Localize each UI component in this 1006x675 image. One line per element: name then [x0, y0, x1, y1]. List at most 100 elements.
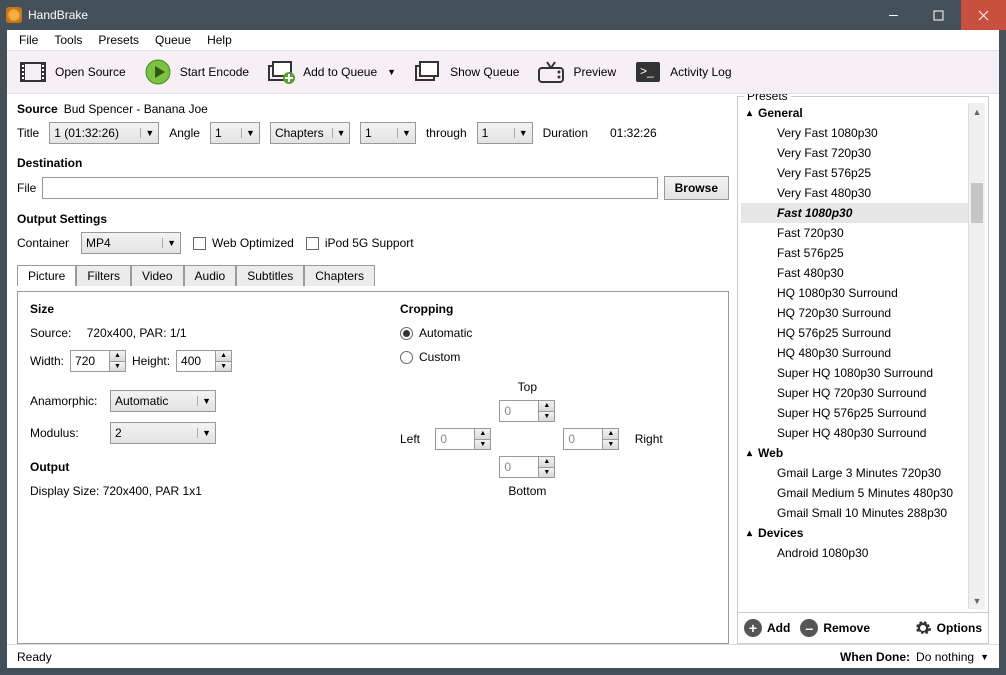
preset-item[interactable]: Super HQ 720p30 Surround: [741, 383, 968, 403]
spinner-down-icon[interactable]: ▼: [538, 468, 554, 478]
crop-auto-radio[interactable]: Automatic: [400, 326, 663, 340]
menu-tools[interactable]: Tools: [46, 31, 90, 49]
tab-subtitles[interactable]: Subtitles: [236, 265, 304, 286]
preset-item[interactable]: Very Fast 480p30: [741, 183, 968, 203]
spinner-up-icon[interactable]: ▲: [538, 401, 554, 412]
maximize-button[interactable]: [916, 0, 961, 30]
open-source-button[interactable]: Open Source: [13, 56, 132, 88]
preset-item[interactable]: HQ 576p25 Surround: [741, 323, 968, 343]
preset-group[interactable]: ▴Web: [741, 443, 968, 463]
height-spinner[interactable]: 400▲▼: [176, 350, 232, 372]
crop-left-spinner[interactable]: 0▲▼: [435, 428, 491, 450]
spinner-up-icon[interactable]: ▲: [538, 457, 554, 468]
preset-group[interactable]: ▴Devices: [741, 523, 968, 543]
preset-item[interactable]: Super HQ 1080p30 Surround: [741, 363, 968, 383]
container-select[interactable]: MP4▼: [81, 232, 181, 254]
preset-item[interactable]: Fast 480p30: [741, 263, 968, 283]
preset-item[interactable]: HQ 480p30 Surround: [741, 343, 968, 363]
crop-left-label: Left: [400, 432, 420, 446]
spinner-down-icon[interactable]: ▼: [602, 440, 618, 450]
preset-actions: +Add –Remove Options: [738, 612, 988, 643]
modulus-select[interactable]: 2▼: [110, 422, 216, 444]
crop-custom-radio[interactable]: Custom: [400, 350, 663, 364]
spinner-down-icon[interactable]: ▼: [474, 440, 490, 450]
tab-picture[interactable]: Picture: [17, 265, 76, 286]
spinner-down-icon[interactable]: ▼: [215, 362, 231, 372]
show-queue-label: Show Queue: [450, 65, 519, 79]
preset-item[interactable]: Super HQ 480p30 Surround: [741, 423, 968, 443]
ipod-check[interactable]: iPod 5G Support: [306, 236, 414, 250]
preset-item[interactable]: Fast 720p30: [741, 223, 968, 243]
show-queue-button[interactable]: Show Queue: [408, 56, 525, 88]
spinner-up-icon[interactable]: ▲: [602, 429, 618, 440]
preset-remove-button[interactable]: –Remove: [800, 619, 870, 637]
spinner-down-icon[interactable]: ▼: [538, 412, 554, 422]
preset-scrollbar[interactable]: ▲ ▼: [968, 103, 985, 609]
crop-top-spinner[interactable]: 0▲▼: [499, 400, 555, 422]
anamorphic-select[interactable]: Automatic▼: [110, 390, 216, 412]
tab-filters[interactable]: Filters: [76, 265, 131, 286]
preset-item[interactable]: HQ 1080p30 Surround: [741, 283, 968, 303]
preset-item[interactable]: Fast 1080p30: [741, 203, 968, 223]
spinner-up-icon[interactable]: ▲: [474, 429, 490, 440]
spinner-up-icon[interactable]: ▲: [215, 351, 231, 362]
chapter-from-select[interactable]: 1▼: [360, 122, 416, 144]
crop-bottom-spinner[interactable]: 0▲▼: [499, 456, 555, 478]
menu-help[interactable]: Help: [199, 31, 240, 49]
browse-button[interactable]: Browse: [664, 176, 729, 200]
title-select[interactable]: 1 (01:32:26)▼: [49, 122, 159, 144]
preset-add-button[interactable]: +Add: [744, 619, 790, 637]
picture-panel: Size Source: 720x400, PAR: 1/1 Width: 72…: [17, 291, 729, 644]
add-to-queue-button[interactable]: Add to Queue ▼: [261, 56, 402, 88]
spinner-down-icon[interactable]: ▼: [109, 362, 125, 372]
when-done-select[interactable]: When Done: Do nothing ▼: [840, 650, 989, 664]
spinner-up-icon[interactable]: ▲: [109, 351, 125, 362]
preset-item[interactable]: HQ 720p30 Surround: [741, 303, 968, 323]
tab-audio[interactable]: Audio: [184, 265, 237, 286]
menu-presets[interactable]: Presets: [90, 31, 147, 49]
activity-log-button[interactable]: >_ Activity Log: [628, 56, 737, 88]
angle-select[interactable]: 1▼: [210, 122, 260, 144]
tab-video[interactable]: Video: [131, 265, 183, 286]
preset-item[interactable]: Gmail Large 3 Minutes 720p30: [741, 463, 968, 483]
preset-item[interactable]: Gmail Medium 5 Minutes 480p30: [741, 483, 968, 503]
tab-chapters[interactable]: Chapters: [304, 265, 375, 286]
preset-list: ▴GeneralVery Fast 1080p30Very Fast 720p3…: [741, 103, 985, 609]
web-optimized-check[interactable]: Web Optimized: [193, 236, 294, 250]
preset-item[interactable]: Very Fast 720p30: [741, 143, 968, 163]
close-button[interactable]: [961, 0, 1006, 30]
chevron-up-icon: ▴: [747, 448, 752, 459]
chapter-to-select[interactable]: 1▼: [477, 122, 533, 144]
scroll-down-icon[interactable]: ▼: [969, 592, 985, 609]
scroll-up-icon[interactable]: ▲: [969, 103, 985, 120]
menu-queue[interactable]: Queue: [147, 31, 199, 49]
preset-group[interactable]: ▴General: [741, 103, 968, 123]
preset-item[interactable]: Very Fast 576p25: [741, 163, 968, 183]
toolbar: Open Source Start Encode Add to Queue ▼ …: [7, 50, 999, 94]
preset-item[interactable]: Super HQ 576p25 Surround: [741, 403, 968, 423]
source-name: Bud Spencer - Banana Joe: [64, 102, 208, 116]
preset-item[interactable]: Gmail Small 10 Minutes 288p30: [741, 503, 968, 523]
modulus-label: Modulus:: [30, 426, 104, 440]
file-input[interactable]: [42, 177, 657, 199]
menu-file[interactable]: File: [11, 31, 46, 49]
preset-item[interactable]: Fast 576p25: [741, 243, 968, 263]
output-settings-label: Output Settings: [17, 212, 729, 226]
radio-icon: [400, 327, 413, 340]
preset-item[interactable]: Very Fast 1080p30: [741, 123, 968, 143]
range-type-select[interactable]: Chapters▼: [270, 122, 350, 144]
output-heading: Output: [30, 460, 360, 474]
preset-item[interactable]: Android 1080p30: [741, 543, 968, 563]
preview-button[interactable]: Preview: [531, 56, 622, 88]
preset-options-button[interactable]: Options: [914, 619, 982, 637]
preview-label: Preview: [573, 65, 616, 79]
film-icon: [19, 60, 47, 84]
presets-panel: Presets ▴GeneralVery Fast 1080p30Very Fa…: [737, 96, 989, 644]
width-spinner[interactable]: 720▲▼: [70, 350, 126, 372]
source-label: Source: [17, 102, 58, 116]
crop-right-spinner[interactable]: 0▲▼: [563, 428, 619, 450]
start-encode-button[interactable]: Start Encode: [138, 56, 255, 88]
scrollbar-thumb[interactable]: [971, 183, 983, 223]
minimize-button[interactable]: [871, 0, 916, 30]
start-encode-label: Start Encode: [180, 65, 249, 79]
